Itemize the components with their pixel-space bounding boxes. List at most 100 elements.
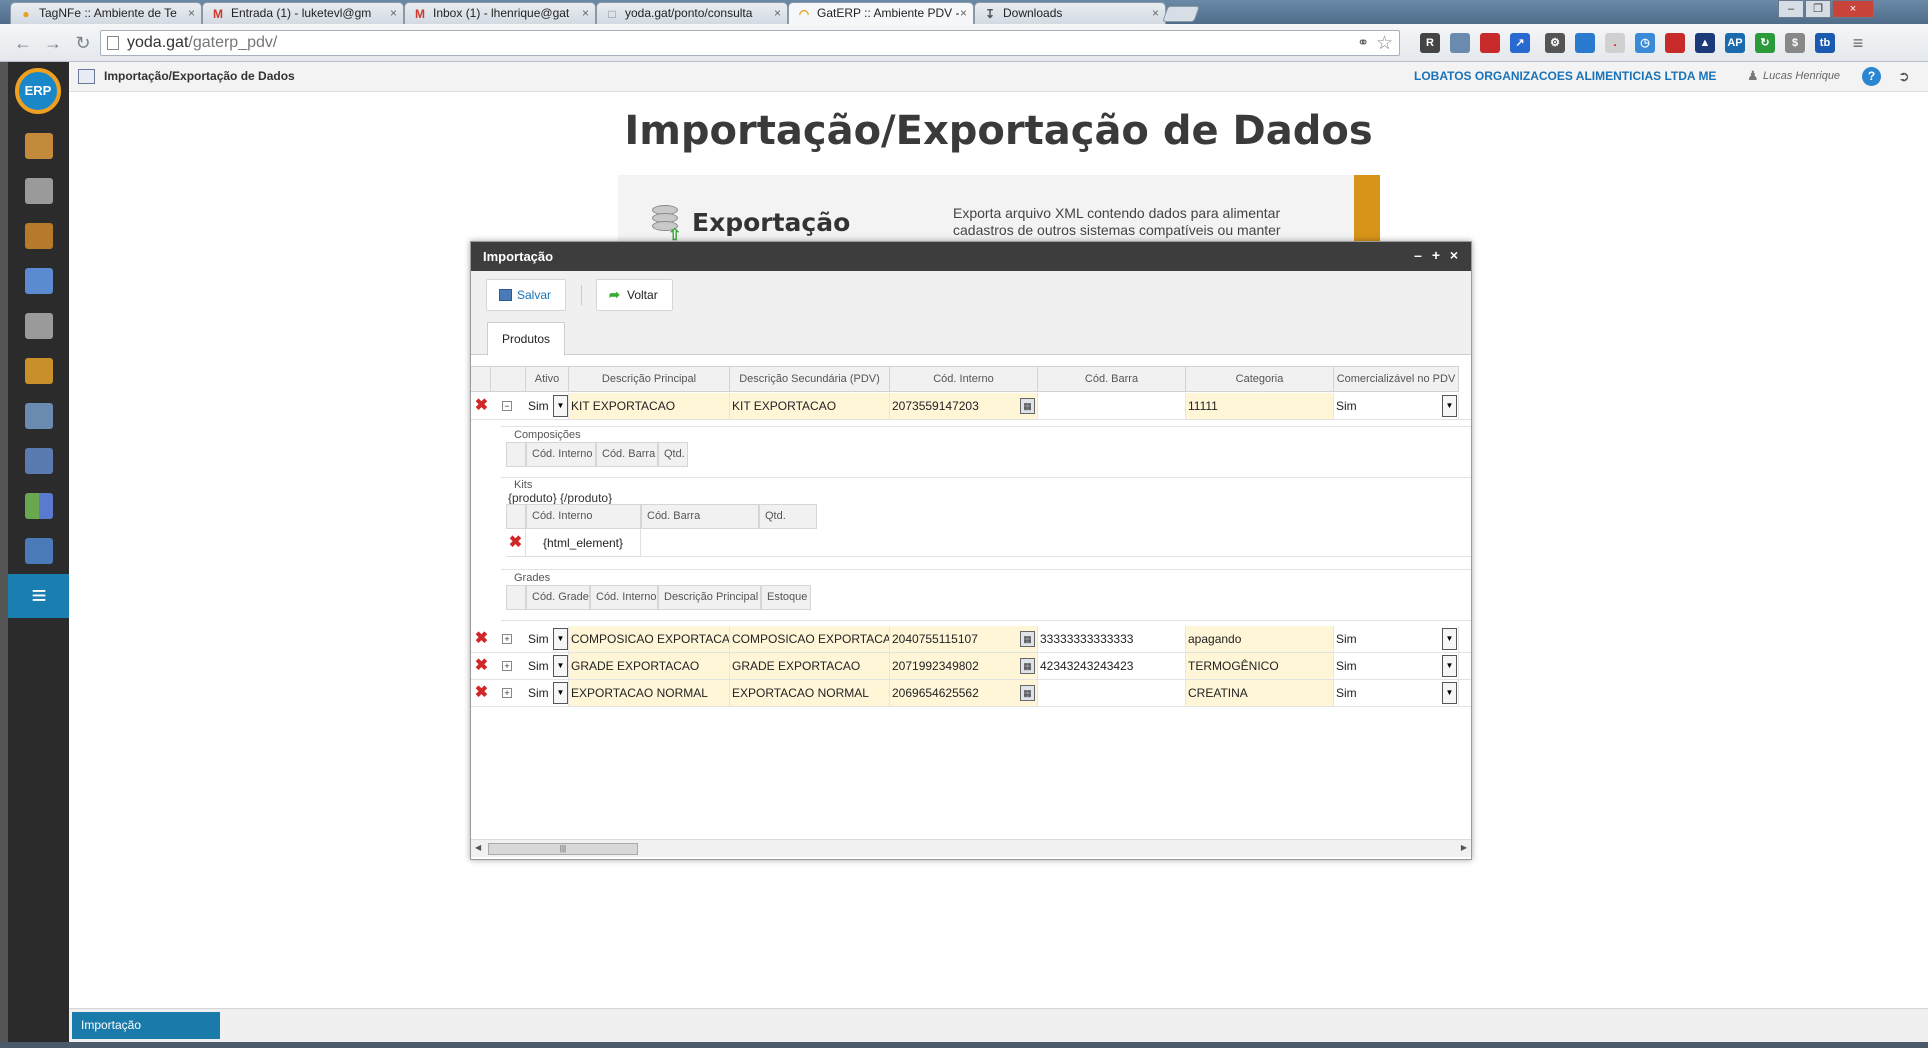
kits-header-qtd[interactable]: Qtd. xyxy=(759,504,817,529)
grid-header-cod-barra[interactable]: Cód. Barra xyxy=(1038,366,1186,392)
camera-extension-icon[interactable] xyxy=(1665,33,1685,53)
forward-icon[interactable]: → xyxy=(42,33,64,55)
delete-icon[interactable]: ✖ xyxy=(508,535,523,551)
cell-descricao[interactable]: GRADE EXPORTACAO xyxy=(569,653,730,679)
sidebar-item-home[interactable] xyxy=(8,124,69,168)
minimize-icon[interactable]: – xyxy=(1411,247,1425,263)
dropdown-arrow-icon[interactable]: ▼ xyxy=(1442,628,1457,650)
cell-categoria[interactable]: TERMOGÊNICO xyxy=(1186,653,1334,679)
tb-extension-icon[interactable]: tb xyxy=(1815,33,1835,53)
close-icon[interactable]: × xyxy=(960,3,967,24)
calendar-extension-icon[interactable]: . xyxy=(1605,33,1625,53)
cell-ativo[interactable]: Sim ▼ xyxy=(526,393,569,419)
new-tab-button[interactable] xyxy=(1162,6,1200,22)
save-button[interactable]: Salvar xyxy=(486,279,567,311)
ap-extension-icon[interactable]: AP xyxy=(1725,33,1745,53)
sidebar-item-people[interactable] xyxy=(8,259,69,303)
cell-comercializavel[interactable]: Sim ▼ xyxy=(1334,653,1459,679)
grades-header-cod-grade[interactable]: Cód. Grade xyxy=(526,585,590,610)
barcode-generator-icon[interactable]: ▦ xyxy=(1020,658,1035,674)
kits-header-cod-interno[interactable]: Cód. Interno xyxy=(526,504,641,529)
url-text[interactable]: yoda.gat/gaterp_pdv/ xyxy=(127,34,277,52)
grid-header-ativo[interactable]: Ativo xyxy=(526,366,569,392)
table-row[interactable]: ✖ + Sim ▼ GRADE EXPORTACAO GRADE EXPORTAC… xyxy=(471,653,1471,680)
browser-tab[interactable]: M Inbox (1) - lhenrique@gat × xyxy=(404,2,596,24)
reload-icon[interactable]: ↻ xyxy=(72,33,94,55)
browser-tab[interactable]: ● TagNFe :: Ambiente de Te × xyxy=(10,2,202,24)
cell-cod-interno[interactable]: 2040755115107 ▦ xyxy=(890,626,1038,652)
close-window-button[interactable]: × xyxy=(1832,0,1874,18)
cell-categoria[interactable]: 11111 xyxy=(1186,393,1334,419)
expand-icon[interactable]: + xyxy=(502,661,512,671)
barcode-generator-icon[interactable]: ▦ xyxy=(1020,398,1035,414)
bookmark-star-icon[interactable]: ☆ xyxy=(1376,32,1393,55)
browser-tab[interactable]: M Entrada (1) - luketevl@gm × xyxy=(202,2,404,24)
sidebar-item-register[interactable] xyxy=(8,529,69,573)
sidebar-item-schedule[interactable] xyxy=(8,439,69,483)
grades-header-descricao[interactable]: Descrição Principal xyxy=(658,585,761,610)
sidebar-item-modules[interactable] xyxy=(8,484,69,528)
cell-categoria[interactable]: CREATINA xyxy=(1186,680,1334,706)
sidebar-item-sales[interactable] xyxy=(8,169,69,213)
cell-comercializavel[interactable]: Sim ▼ xyxy=(1334,393,1459,419)
cell-cod-barra[interactable]: 42343243243423 xyxy=(1038,653,1186,679)
erp-logo[interactable]: ERP xyxy=(15,68,61,114)
table-row[interactable]: ✖ − Sim ▼ KIT EXPORTACAO KIT EXPORTACAO 2… xyxy=(471,393,1471,420)
dropdown-arrow-icon[interactable]: ▼ xyxy=(553,682,568,704)
close-icon[interactable]: × xyxy=(1447,247,1461,263)
grid-header-comercializavel[interactable]: Comercializável no PDV xyxy=(1334,366,1459,392)
kits-header-cod-barra[interactable]: Cód. Barra xyxy=(641,504,759,529)
r-extension-icon[interactable]: R xyxy=(1420,33,1440,53)
restore-window-button[interactable]: ❐ xyxy=(1805,0,1831,18)
collapse-icon[interactable]: − xyxy=(502,401,512,411)
cell-cod-interno[interactable]: 2071992349802 ▦ xyxy=(890,653,1038,679)
clock-extension-icon[interactable]: ◷ xyxy=(1635,33,1655,53)
cell-cod-barra[interactable] xyxy=(1038,680,1186,706)
browser-tab[interactable]: ↧ Downloads × xyxy=(974,2,1166,24)
refresh-extension-icon[interactable]: ↻ xyxy=(1755,33,1775,53)
key-icon[interactable]: ⚭ xyxy=(1357,34,1369,51)
grid-header-descricao-secundaria[interactable]: Descrição Secundária (PDV) xyxy=(730,366,890,392)
export-card[interactable]: ⇧ Exportação Exporta arquivo XML contend… xyxy=(618,175,1380,244)
expand-icon[interactable]: + xyxy=(502,688,512,698)
browser-tab[interactable]: □ yoda.gat/ponto/consulta × xyxy=(596,2,788,24)
expand-icon[interactable]: + xyxy=(502,634,512,644)
exit-icon[interactable]: ➲ xyxy=(1898,68,1910,85)
cell-cod-interno[interactable]: 2073559147203 ▦ xyxy=(890,393,1038,419)
back-button[interactable]: ➦ Voltar xyxy=(596,279,673,311)
minimize-window-button[interactable]: – xyxy=(1778,0,1804,18)
horizontal-scrollbar[interactable]: ◀ ||| ▶ xyxy=(471,839,1471,857)
scroll-left-icon[interactable]: ◀ xyxy=(475,843,481,852)
cell-cod-barra[interactable]: 33333333333333 xyxy=(1038,626,1186,652)
arrow-extension-icon[interactable]: ↗ xyxy=(1510,33,1530,53)
dropdown-arrow-icon[interactable]: ▼ xyxy=(553,655,568,677)
barcode-generator-icon[interactable]: ▦ xyxy=(1020,685,1035,701)
cell-ativo[interactable]: Sim ▼ xyxy=(526,653,569,679)
cell-descricao-secundaria[interactable]: GRADE EXPORTACAO xyxy=(730,653,890,679)
sidebar-item-delivery[interactable] xyxy=(8,349,69,393)
close-icon[interactable]: × xyxy=(188,3,195,24)
table-row[interactable]: ✖ + Sim ▼ COMPOSICAO EXPORTACAO COMPOSICA… xyxy=(471,626,1471,653)
cell-descricao-secundaria[interactable]: COMPOSICAO EXPORTACAO xyxy=(730,626,890,652)
dropdown-arrow-icon[interactable]: ▼ xyxy=(1442,682,1457,704)
delete-icon[interactable]: ✖ xyxy=(474,658,489,674)
sidebar-item-stock[interactable] xyxy=(8,214,69,258)
sidebar-item-reports[interactable] xyxy=(8,394,69,438)
cell-descricao[interactable]: EXPORTACAO NORMAL xyxy=(569,680,730,706)
cell-comercializavel[interactable]: Sim ▼ xyxy=(1334,680,1459,706)
cell-descricao[interactable]: KIT EXPORTACAO xyxy=(569,393,730,419)
table-row[interactable]: ✖ + Sim ▼ EXPORTACAO NORMAL EXPORTACAO NO… xyxy=(471,680,1471,707)
grid-header-categoria[interactable]: Categoria xyxy=(1186,366,1334,392)
monitor-extension-icon[interactable] xyxy=(1575,33,1595,53)
user-name[interactable]: Lucas Henrique xyxy=(1763,70,1840,82)
kits-delete-cell[interactable]: ✖ xyxy=(506,529,526,557)
book-extension-icon[interactable] xyxy=(1480,33,1500,53)
maximize-icon[interactable]: + xyxy=(1429,247,1443,263)
address-bar[interactable]: yoda.gat/gaterp_pdv/ ⚭ ☆ xyxy=(100,30,1400,56)
close-icon[interactable]: × xyxy=(774,3,781,24)
browser-tab-active[interactable]: ◠ GatERP :: Ambiente PDV - × xyxy=(788,2,974,25)
taskbar-item-importacao[interactable]: Importação xyxy=(72,1012,220,1039)
grades-header-estoque[interactable]: Estoque xyxy=(761,585,811,610)
cell-ativo[interactable]: Sim ▼ xyxy=(526,626,569,652)
cell-descricao-secundaria[interactable]: EXPORTACAO NORMAL xyxy=(730,680,890,706)
